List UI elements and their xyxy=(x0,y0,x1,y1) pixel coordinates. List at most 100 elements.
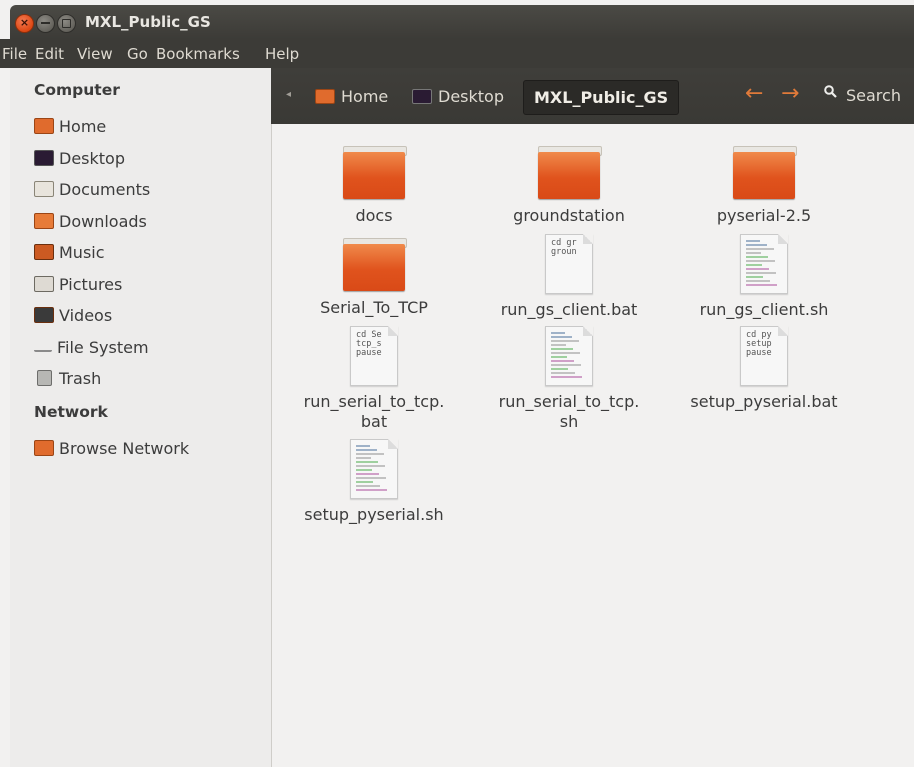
file-name: pyserial-2.5 xyxy=(716,206,812,225)
code-line-decoration xyxy=(746,280,770,282)
file-name: Serial_To_TCP xyxy=(320,298,428,317)
sidebar-item-label: Documents xyxy=(59,179,151,199)
folder-icon xyxy=(343,142,407,200)
sidebar-header-computer: Computer xyxy=(34,81,120,99)
desktop-icon xyxy=(412,89,432,104)
file-item-run-serial-to-tcp-sh[interactable]: run_serial_to_tcp. sh xyxy=(479,326,659,432)
file-item-pyserial[interactable]: pyserial-2.5 xyxy=(674,142,854,226)
code-line-decoration xyxy=(746,260,775,262)
minimize-window-button[interactable] xyxy=(36,14,55,33)
menu-help[interactable]: Help xyxy=(265,45,299,63)
sidebar-item-trash[interactable]: Trash xyxy=(34,366,101,390)
sidebar-item-label: Pictures xyxy=(59,274,123,294)
downloads-icon xyxy=(34,213,54,229)
home-folder-icon xyxy=(315,89,335,104)
location-toolbar: ◂ Home Desktop MXL_Public_GS ← → Search xyxy=(271,68,914,124)
file-item-docs[interactable]: docs xyxy=(284,142,464,226)
code-line-decoration xyxy=(356,461,378,463)
code-line-decoration xyxy=(356,445,370,447)
file-item-run-gs-client-bat[interactable]: cd gr groun run_gs_client.bat xyxy=(479,234,659,320)
menu-view[interactable]: View xyxy=(77,45,113,63)
drive-icon xyxy=(34,342,52,352)
menu-go[interactable]: Go xyxy=(127,45,148,63)
file-item-serial-to-tcp[interactable]: Serial_To_TCP xyxy=(284,234,464,318)
code-line-decoration xyxy=(746,240,760,242)
menu-bookmarks[interactable]: Bookmarks xyxy=(156,45,240,63)
code-line-decoration xyxy=(551,348,573,350)
file-item-run-serial-to-tcp-bat[interactable]: cd Se tcp_s pause run_serial_to_tcp. bat xyxy=(284,326,464,432)
code-line-decoration xyxy=(356,485,380,487)
menu-edit[interactable]: Edit xyxy=(35,45,64,63)
sidebar-item-home[interactable]: Home xyxy=(34,114,106,138)
sidebar-item-music[interactable]: Music xyxy=(34,240,105,264)
breadcrumb-home[interactable]: Home xyxy=(315,87,388,106)
text-file-icon: cd py setup pause xyxy=(740,326,788,386)
search-icon[interactable] xyxy=(824,85,837,98)
close-icon: × xyxy=(19,16,30,29)
script-file-icon xyxy=(350,439,398,499)
code-line-decoration xyxy=(356,477,386,479)
folder-icon xyxy=(343,234,407,292)
sidebar-item-file-system[interactable]: File System xyxy=(34,335,149,359)
maximize-window-button[interactable] xyxy=(57,14,76,33)
sidebar-item-label: Browse Network xyxy=(59,438,190,458)
code-line-decoration xyxy=(746,256,768,258)
script-file-icon xyxy=(740,234,788,294)
videos-icon xyxy=(34,307,54,323)
sidebar-item-browse-network[interactable]: Browse Network xyxy=(34,436,189,460)
file-preview: cd py setup pause xyxy=(746,330,772,358)
code-line-decoration xyxy=(746,268,769,270)
title-bar: × MXL_Public_GS xyxy=(10,5,914,39)
back-arrow-icon[interactable]: ← xyxy=(745,81,763,106)
sidebar-item-downloads[interactable]: Downloads xyxy=(34,209,147,233)
file-name: groundstation xyxy=(513,206,625,225)
file-name: run_serial_to_tcp. sh xyxy=(498,392,640,431)
breadcrumb-label: Desktop xyxy=(438,87,504,106)
code-line-decoration xyxy=(551,364,581,366)
file-name: docs xyxy=(355,206,393,225)
file-name: setup_pyserial.bat xyxy=(690,392,838,411)
sidebar-item-documents[interactable]: Documents xyxy=(34,177,150,201)
pictures-icon xyxy=(34,276,54,292)
search-button-label[interactable]: Search xyxy=(846,86,901,105)
code-line-decoration xyxy=(551,340,579,342)
code-line-decoration xyxy=(356,473,379,475)
code-line-decoration xyxy=(746,252,761,254)
file-item-run-gs-client-sh[interactable]: run_gs_client.sh xyxy=(674,234,854,320)
breadcrumb-current[interactable]: MXL_Public_GS xyxy=(523,80,680,115)
sidebar-item-videos[interactable]: Videos xyxy=(34,303,112,327)
code-line-decoration xyxy=(356,481,373,483)
code-line-decoration xyxy=(356,489,387,491)
sidebar-item-label: Desktop xyxy=(59,148,125,168)
documents-icon xyxy=(34,181,54,197)
file-preview: cd gr groun xyxy=(551,238,577,257)
code-line-decoration xyxy=(356,449,377,451)
sidebar-item-label: Downloads xyxy=(59,211,147,231)
file-name: setup_pyserial.sh xyxy=(304,505,444,524)
file-item-groundstation[interactable]: groundstation xyxy=(479,142,659,226)
window-title: MXL_Public_GS xyxy=(85,13,211,31)
places-sidebar: Computer Home Desktop Documents Download… xyxy=(10,68,272,767)
menu-file[interactable]: File xyxy=(2,45,27,63)
code-line-decoration xyxy=(551,376,582,378)
sidebar-item-pictures[interactable]: Pictures xyxy=(34,272,122,296)
file-item-setup-pyserial-sh[interactable]: setup_pyserial.sh xyxy=(284,439,464,525)
sidebar-item-label: File System xyxy=(57,337,149,357)
code-line-decoration xyxy=(551,344,566,346)
breadcrumb-label: Home xyxy=(341,87,389,106)
file-view[interactable]: docs groundstation pyserial-2.5 Serial_T… xyxy=(272,124,914,767)
code-line-decoration xyxy=(356,453,384,455)
code-line-decoration xyxy=(746,284,777,286)
file-item-setup-pyserial-bat[interactable]: cd py setup pause setup_pyserial.bat xyxy=(674,326,854,412)
close-window-button[interactable]: × xyxy=(15,14,34,33)
code-line-decoration xyxy=(551,372,575,374)
sidebar-item-label: Trash xyxy=(59,368,102,388)
breadcrumb-scroll-left-icon[interactable]: ◂ xyxy=(286,89,291,100)
script-file-icon xyxy=(545,326,593,386)
file-name: run_serial_to_tcp. bat xyxy=(303,392,445,431)
file-name: run_gs_client.sh xyxy=(699,300,829,319)
breadcrumb-desktop[interactable]: Desktop xyxy=(412,87,504,106)
code-line-decoration xyxy=(551,360,574,362)
sidebar-item-desktop[interactable]: Desktop xyxy=(34,146,125,170)
forward-arrow-icon[interactable]: → xyxy=(781,81,799,106)
